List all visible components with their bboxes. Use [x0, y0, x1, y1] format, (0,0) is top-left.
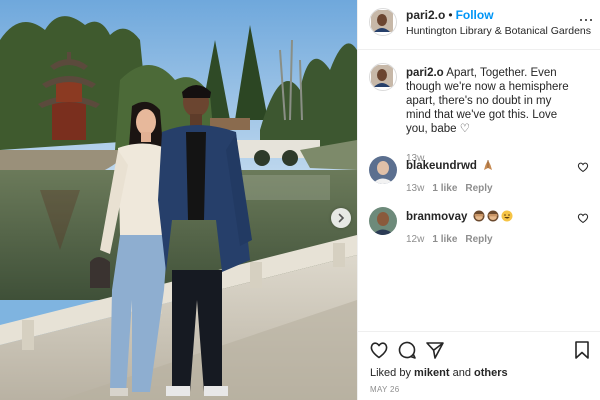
caption-author-avatar[interactable]	[369, 63, 397, 91]
follow-button[interactable]: Follow	[456, 8, 494, 22]
comment-username[interactable]: blakeundrwd	[406, 160, 477, 172]
see-no-evil-monkey-icon	[473, 210, 485, 222]
ellipsis-icon	[579, 18, 583, 22]
garden-photo-image	[0, 0, 357, 400]
comment-likes[interactable]: 1 like	[432, 234, 457, 245]
comment-likes[interactable]: 1 like	[432, 183, 457, 194]
commenter-avatar[interactable]	[369, 207, 397, 235]
post-actions: Liked by mikent and others MAY 26	[358, 331, 600, 400]
location-link[interactable]: Huntington Library & Botanical Gardens	[406, 24, 591, 38]
comment-body: blakeundrwd 13w 1 like Reply	[406, 159, 576, 196]
bookmark-icon[interactable]	[572, 340, 592, 360]
comment-username[interactable]: branmovay	[406, 211, 467, 223]
heart-icon[interactable]	[369, 340, 389, 360]
comment-age: 12w	[406, 234, 425, 245]
comment-meta: 13w 1 like Reply	[406, 182, 576, 196]
liked-prefix: Liked by	[370, 367, 411, 379]
commenter-avatar[interactable]	[369, 156, 397, 184]
instagram-post: pari2.o • Follow Huntington Library & Bota…	[0, 0, 600, 400]
post-date[interactable]: MAY 26	[370, 385, 400, 394]
reply-button[interactable]: Reply	[465, 183, 492, 194]
post-header: pari2.o • Follow Huntington Library & Bota…	[358, 0, 600, 50]
header-text: pari2.o • Follow Huntington Library & Bota…	[406, 8, 591, 38]
caption-body: pari2.o Apart, Together. Even though we'…	[406, 66, 576, 166]
comment-meta: 12w 1 like Reply	[406, 233, 576, 247]
more-options-button[interactable]	[578, 14, 594, 26]
reply-button[interactable]: Reply	[465, 234, 492, 245]
post-side-panel: pari2.o • Follow Huntington Library & Bota…	[357, 0, 600, 400]
caption-username[interactable]: pari2.o	[406, 67, 444, 79]
author-username[interactable]: pari2.o	[406, 8, 445, 22]
see-no-evil-monkey-icon	[487, 210, 499, 222]
header-line: pari2.o • Follow	[406, 8, 576, 23]
comment-body: branmovay 12w 1 like Reply	[406, 210, 576, 247]
grinning-face-icon	[501, 210, 513, 222]
comment-age: 13w	[406, 183, 425, 194]
carousel-next-button[interactable]	[331, 208, 351, 228]
liked-user-link[interactable]: mikent	[414, 367, 449, 379]
heart-icon[interactable]	[577, 161, 589, 173]
liked-and: and	[452, 367, 471, 379]
separator-dot: •	[448, 8, 453, 22]
post-photo[interactable]	[0, 0, 357, 400]
liked-by-text: Liked by mikent and others	[370, 367, 508, 379]
praying-hands-icon	[484, 160, 493, 170]
heart-icon[interactable]	[577, 212, 589, 224]
liked-others-link[interactable]: others	[474, 367, 508, 379]
author-avatar[interactable]	[369, 8, 397, 36]
chevron-right-icon	[338, 213, 345, 223]
paper-plane-icon[interactable]	[425, 340, 445, 360]
comment-bubble-icon[interactable]	[397, 340, 417, 360]
